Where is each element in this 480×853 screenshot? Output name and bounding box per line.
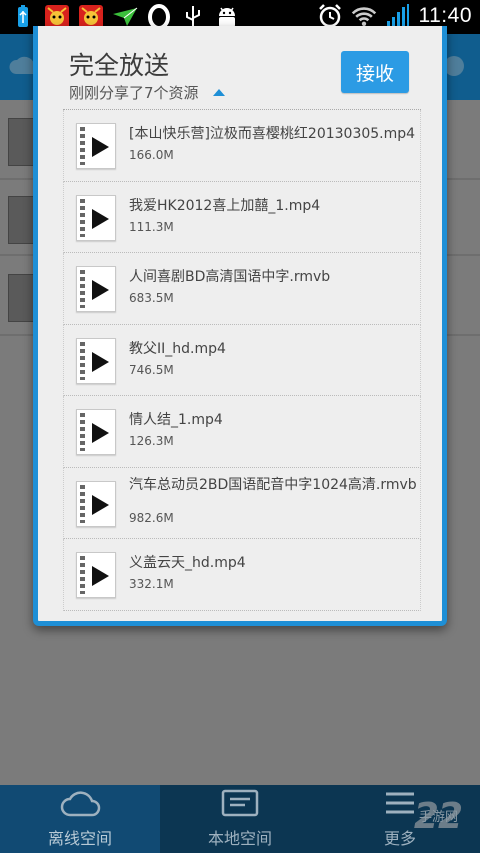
play-icon — [92, 566, 109, 586]
play-icon — [92, 137, 109, 157]
file-name: 人间喜剧BD高清国语中字.rmvb — [129, 269, 331, 285]
video-icon — [76, 409, 116, 455]
file-name: 义盖云天_hd.mp4 — [129, 555, 246, 571]
file-size: 332.1M — [129, 577, 174, 591]
watermark-sub: 手游网 — [418, 810, 458, 825]
nav-label: 更多 — [383, 829, 416, 848]
file-item[interactable]: 情人结_1.mp4 126.3M — [63, 396, 421, 468]
clock: 11:40 — [418, 4, 472, 27]
file-size: 683.5M — [129, 291, 174, 305]
nav-label: 离线空间 — [47, 829, 112, 848]
file-item[interactable]: [本山快乐营]泣极而喜樱桃红20130305.mp4 166.0M — [63, 110, 421, 182]
play-icon — [92, 351, 109, 372]
file-name: 教父II_hd.mp4 — [129, 340, 226, 357]
nav-offline-space[interactable]: 离线空间 — [0, 785, 160, 853]
play-icon — [92, 423, 109, 443]
file-item[interactable]: 汽车总动员2BD国语配音中字1024高清.rmvb 982.6M — [63, 467, 421, 539]
background-thumb — [8, 118, 34, 166]
share-dialog: 完全放送 刚刚分享了7个资源 接收 [本山快乐营]泣极而喜樱桃红20130305… — [33, 26, 447, 626]
cloud-icon — [59, 789, 101, 819]
video-icon — [76, 552, 116, 598]
file-size: 746.5M — [129, 362, 174, 377]
video-icon — [76, 123, 116, 169]
video-icon — [76, 194, 116, 241]
play-icon — [92, 494, 109, 515]
video-icon — [76, 266, 116, 312]
background-thumb — [8, 274, 34, 322]
file-item[interactable]: 人间喜剧BD高清国语中字.rmvb 683.5M — [63, 253, 421, 325]
file-name: 汽车总动员2BD国语配音中字1024高清.rmvb — [129, 476, 417, 493]
local-icon — [221, 789, 259, 819]
dialog-subtitle[interactable]: 刚刚分享了7个资源 — [69, 82, 225, 103]
play-icon — [92, 208, 109, 229]
background-thumb — [8, 196, 34, 244]
watermark: 22 手游网 — [414, 796, 463, 837]
file-name: [本山快乐营]泣极而喜樱桃红20130305.mp4 — [129, 126, 416, 142]
video-icon — [76, 337, 116, 384]
bottom-nav: 离线空间 本地空间 更多 — [0, 785, 480, 853]
video-icon — [76, 480, 116, 527]
dialog-title: 完全放送 — [69, 51, 170, 80]
file-size: 982.6M — [129, 510, 174, 525]
menu-icon — [382, 789, 418, 819]
file-name: 情人结_1.mp4 — [129, 412, 223, 428]
file-item[interactable]: 我爱HK2012喜上加囍_1.mp4 111.3M — [63, 181, 421, 253]
nav-local-space[interactable]: 本地空间 — [160, 785, 320, 853]
file-item[interactable]: 教父II_hd.mp4 746.5M — [63, 324, 421, 396]
file-list: [本山快乐营]泣极而喜樱桃红20130305.mp4 166.0M 我爱HK20… — [63, 109, 421, 611]
play-icon — [92, 280, 109, 300]
caret-up-icon — [212, 89, 225, 96]
file-size: 111.3M — [129, 219, 174, 234]
file-size: 166.0M — [129, 148, 174, 162]
file-item[interactable]: 义盖云天_hd.mp4 332.1M — [63, 539, 421, 611]
subtitle-text: 刚刚分享了7个资源 — [69, 84, 199, 102]
file-size: 126.3M — [129, 434, 174, 448]
accept-button[interactable]: 接收 — [341, 51, 409, 93]
nav-label: 本地空间 — [207, 829, 272, 848]
file-name: 我爱HK2012喜上加囍_1.mp4 — [129, 197, 321, 214]
